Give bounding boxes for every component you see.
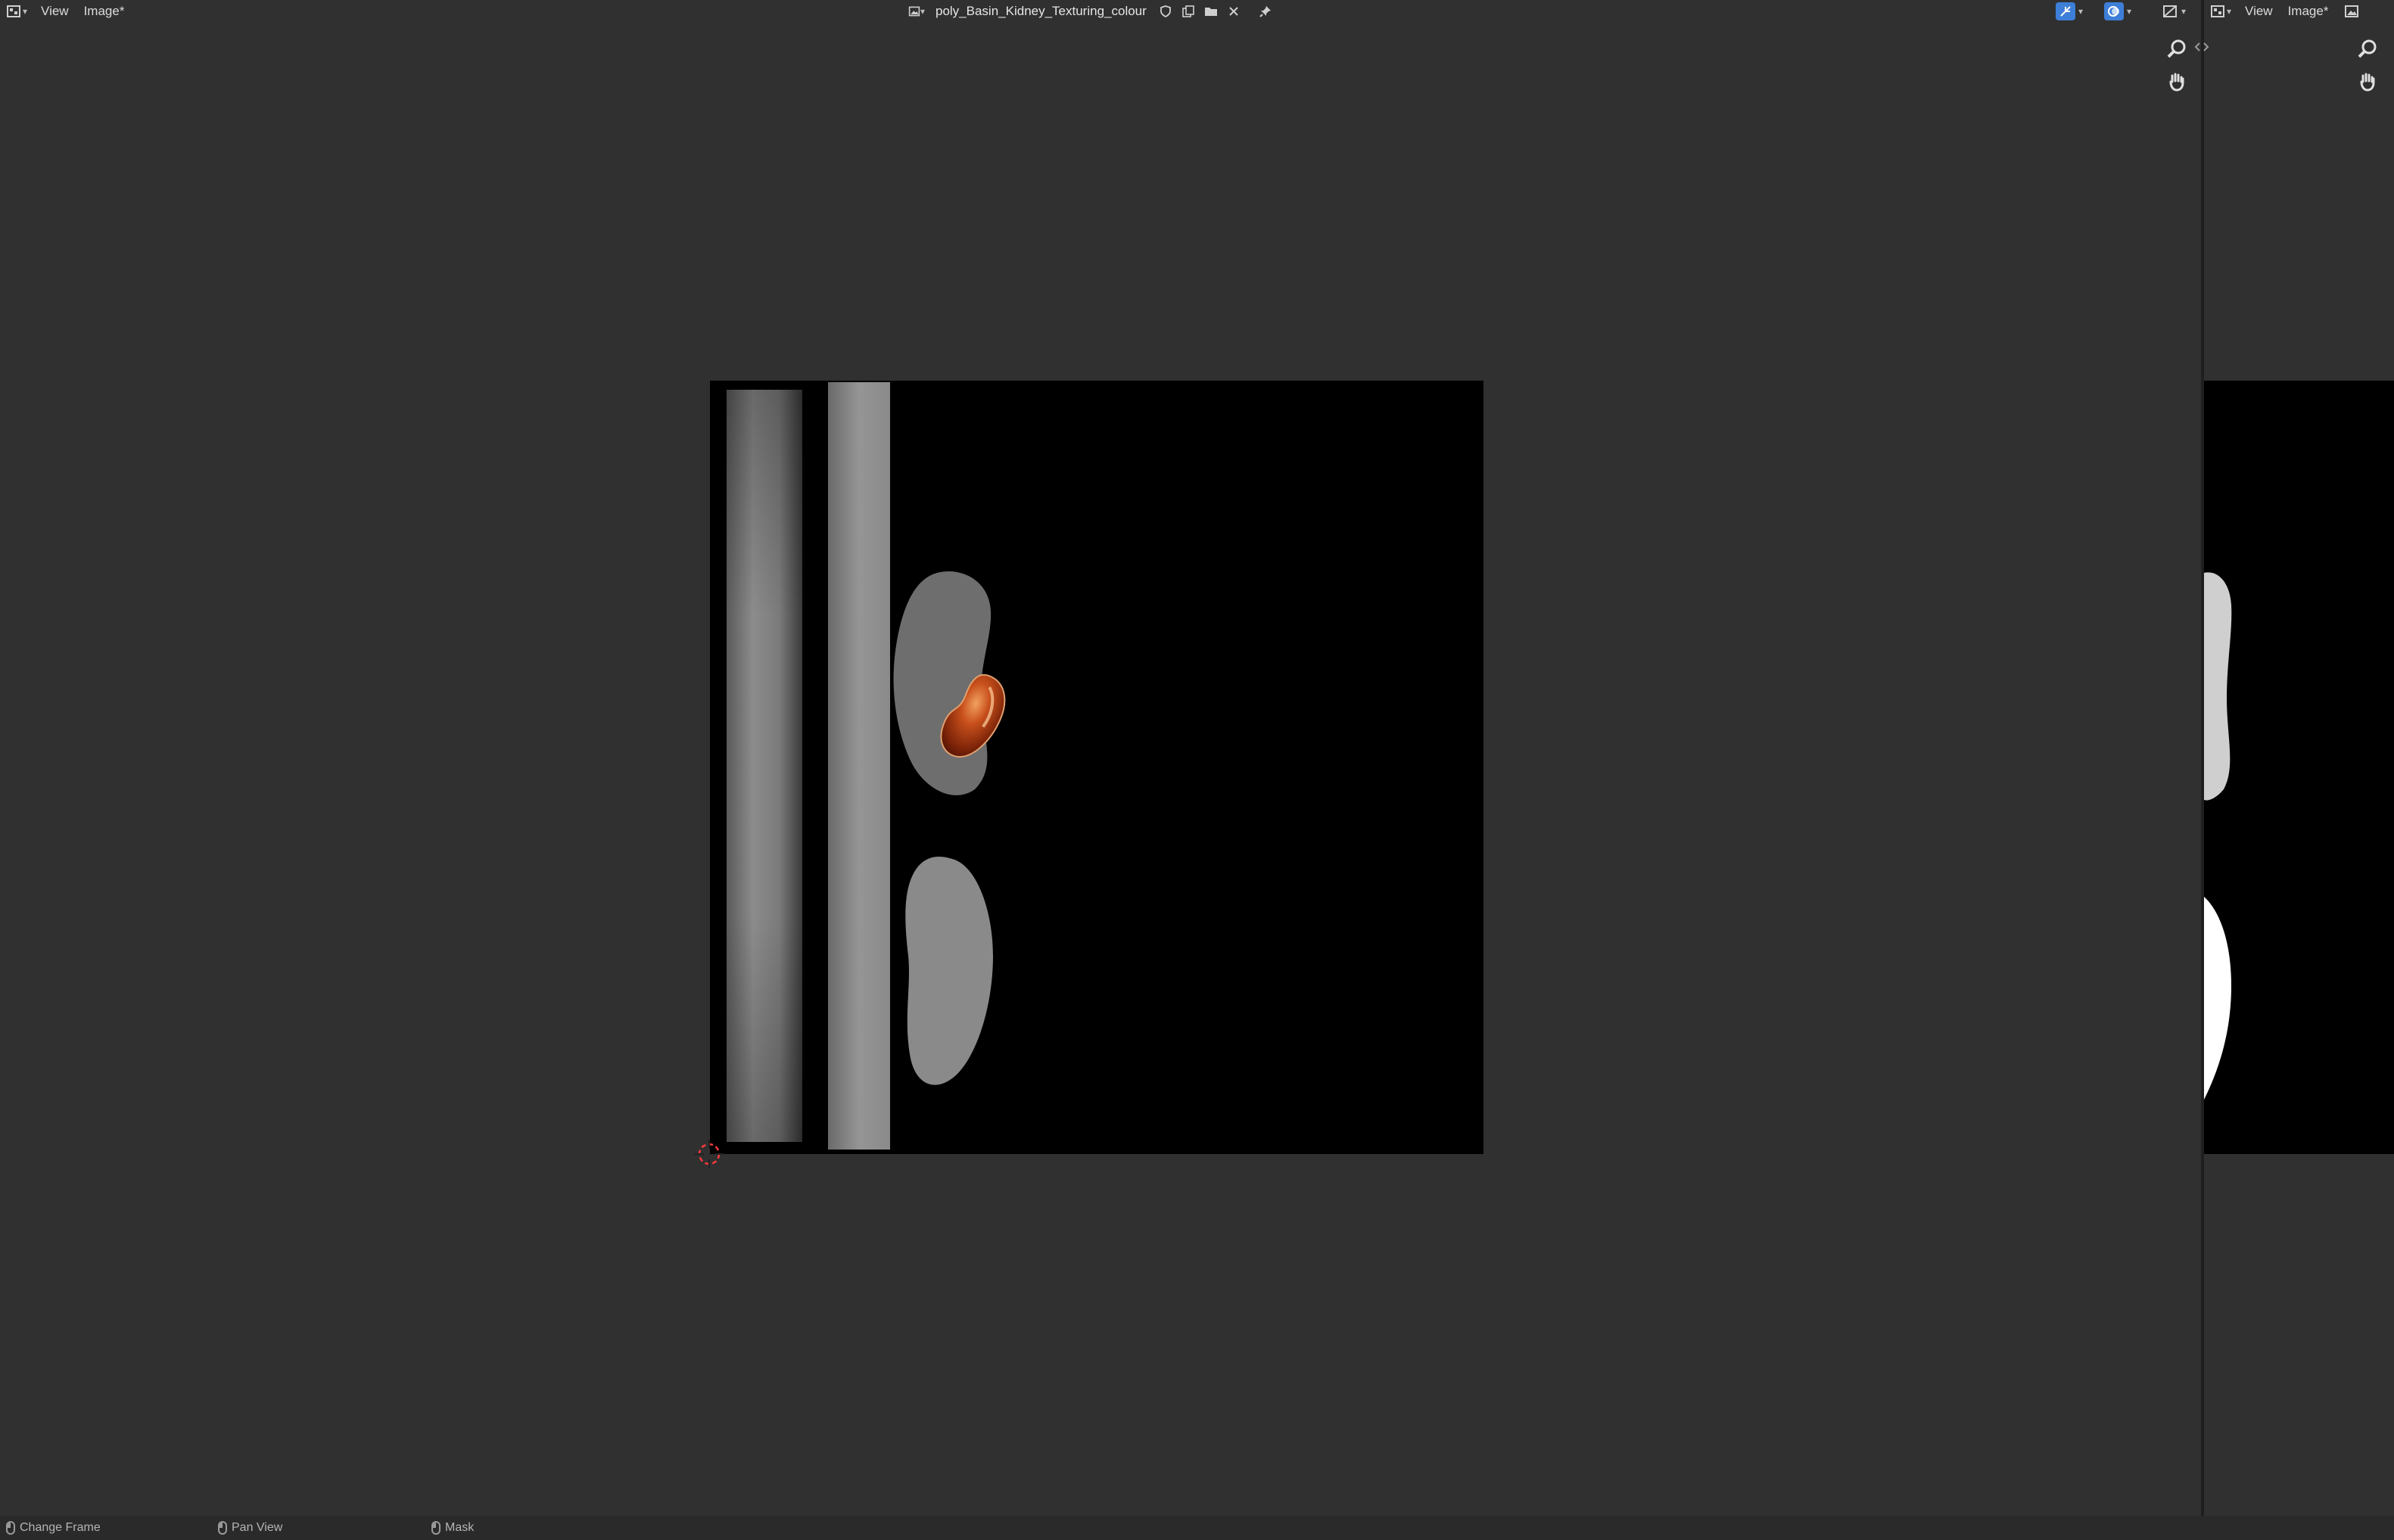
mask-image: [2204, 572, 2232, 1100]
fake-user-button[interactable]: [1157, 3, 1174, 20]
overlay-toggle-button[interactable]: [2104, 2, 2124, 20]
close-icon: [1229, 7, 1238, 16]
uv-island-kidney-bottom: [905, 856, 993, 1085]
editor-type-selector[interactable]: ▾: [0, 1, 33, 22]
uv-strip-right: [828, 382, 890, 1150]
editor-type-selector-right[interactable]: ▾: [2204, 1, 2237, 22]
chevron-down-icon[interactable]: ▾: [2127, 6, 2131, 17]
image-icon: [2345, 5, 2359, 17]
mouse-right-icon: [431, 1521, 441, 1535]
folder-icon: [1204, 8, 1217, 16]
menu-view[interactable]: View: [33, 4, 76, 19]
menu-view-right[interactable]: View: [2237, 4, 2280, 19]
pan-button-right[interactable]: [2352, 67, 2383, 97]
display-channels-group: ▾: [2162, 0, 2186, 23]
mouse-left-icon: [6, 1521, 15, 1535]
shield-icon: [1160, 5, 1171, 18]
zoom-icon: [2358, 39, 2377, 58]
image-canvas-right[interactable]: [2204, 381, 2394, 1154]
image-editor-icon: [2211, 5, 2224, 17]
image-editor-header: ▾ View Image* ▾ poly_Basin_Kidney_Textur…: [0, 0, 2201, 23]
image-selector[interactable]: ▾ poly_Basin_Kidney_Texturing_colour: [908, 0, 1274, 23]
duplicate-icon: [1181, 5, 1194, 17]
overlay-toggle-group: ▾: [2104, 0, 2131, 23]
hand-icon: [2169, 73, 2184, 92]
chevron-down-icon: ▾: [920, 6, 925, 17]
gizmo-toggle-group: ▾: [2056, 0, 2083, 23]
mask-island-top: [2204, 572, 2232, 801]
status-bar: Change Frame Pan View Mask: [0, 1516, 2394, 1540]
hand-icon: [2360, 73, 2375, 92]
menu-image-right[interactable]: Image*: [2280, 4, 2336, 19]
image-browse-button[interactable]: ▾: [908, 3, 925, 20]
overlay-icon: [2108, 6, 2119, 17]
unlink-image-button[interactable]: [1225, 3, 1242, 20]
zoom-button-right[interactable]: [2352, 33, 2383, 64]
mask-island-bottom: [2204, 897, 2231, 1100]
menu-image[interactable]: Image*: [76, 4, 132, 19]
image-icon: [908, 6, 920, 17]
area-expand-icon[interactable]: [2193, 41, 2210, 53]
status-pan-view: Pan View: [218, 1521, 282, 1535]
image-editor-icon: [7, 5, 20, 17]
status-change-frame: Change Frame: [6, 1521, 101, 1535]
open-image-button[interactable]: [1203, 3, 1219, 20]
gizmo-icon: [2060, 6, 2071, 17]
image-canvas[interactable]: [710, 381, 1483, 1154]
chevron-down-icon: ▾: [23, 6, 28, 17]
chevron-down-icon[interactable]: ▾: [2078, 6, 2083, 17]
image-editor-icon: [2163, 5, 2177, 17]
status-label: Mask: [445, 1521, 475, 1534]
pin-icon: [1259, 6, 1271, 17]
uv-texture-image: [727, 382, 1006, 1150]
display-channels-button[interactable]: [2162, 3, 2178, 20]
gizmo-toggle-button[interactable]: [2056, 2, 2075, 20]
chevron-down-icon: ▾: [2227, 6, 2232, 17]
image-name-field[interactable]: poly_Basin_Kidney_Texturing_colour: [935, 4, 1147, 19]
status-label: Change Frame: [20, 1521, 101, 1534]
image-editor-header-right: ▾ View Image*: [2204, 0, 2394, 23]
image-browse-button-right[interactable]: [2343, 3, 2360, 20]
status-label: Pan View: [232, 1521, 283, 1534]
new-image-button[interactable]: [1180, 3, 1197, 20]
pin-button[interactable]: [1257, 3, 1274, 20]
chevron-down-icon[interactable]: ▾: [2181, 6, 2186, 17]
cursor-2d-icon[interactable]: [692, 1137, 727, 1171]
pan-button[interactable]: [2162, 67, 2192, 97]
mouse-middle-icon: [218, 1521, 227, 1535]
zoom-icon: [2167, 39, 2186, 58]
zoom-button[interactable]: [2162, 33, 2192, 64]
status-mask: Mask: [431, 1521, 474, 1535]
